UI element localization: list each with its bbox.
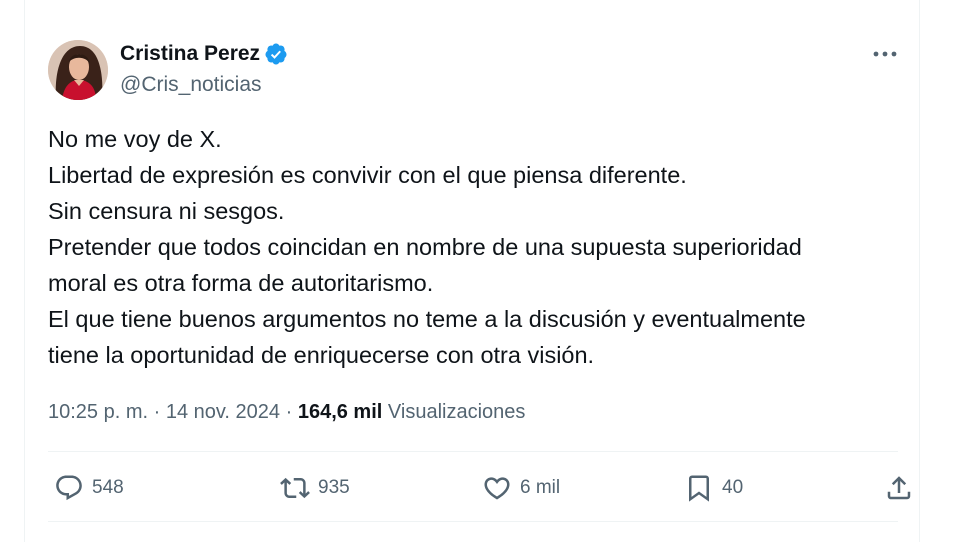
divider <box>48 521 898 522</box>
meta-separator: · <box>285 401 293 423</box>
tweet-time[interactable]: 10:25 p. m. <box>48 401 148 423</box>
repost-icon <box>280 477 310 499</box>
tweet-line: Sin censura ni sesgos. <box>48 198 285 224</box>
bookmark-icon <box>689 475 709 502</box>
like-icon <box>484 477 510 500</box>
meta-separator: · <box>153 401 161 423</box>
more-icon[interactable] <box>871 44 899 64</box>
tweet-line: Libertad de expresión es convivir con el… <box>48 162 687 188</box>
tweet-line: Pretender que todos coincidan en nombre … <box>48 234 802 260</box>
views-count: 164,6 mil <box>297 401 383 423</box>
reply-count: 548 <box>92 477 124 498</box>
author-name-text[interactable]: Cristina Perez <box>120 41 260 67</box>
like-count: 6 mil <box>520 477 561 498</box>
reply-button[interactable]: 548 <box>54 468 124 508</box>
tweet-card: Cristina Perez @Cris_noticias No me voy … <box>24 0 920 542</box>
avatar-photo <box>48 40 108 100</box>
tweet-date[interactable]: 14 nov. 2024 <box>166 401 280 423</box>
tweet-line: No me voy de X. <box>48 126 222 152</box>
tweet-text: No me voy de X. Libertad de expresión es… <box>48 121 908 373</box>
action-bar: 548 935 6 mil 40 <box>48 468 911 508</box>
tweet-line: moral es otra forma de autoritarismo. <box>48 270 434 296</box>
share-button[interactable] <box>884 468 914 508</box>
tweet-meta: 10:25 p. m. · 14 nov. 2024 · 164,6 mil V… <box>48 398 525 426</box>
reply-icon <box>56 475 82 501</box>
bookmark-count: 40 <box>722 477 744 498</box>
author-handle[interactable]: @Cris_noticias <box>120 72 262 98</box>
tweet-line: tiene la oportunidad de enriquecerse con… <box>48 342 595 368</box>
tweet-line: El que tiene buenos argumentos no teme a… <box>48 306 806 332</box>
author-name[interactable]: Cristina Perez <box>120 41 288 67</box>
bookmark-button[interactable]: 40 <box>684 468 743 508</box>
share-icon <box>887 476 911 500</box>
like-button[interactable]: 6 mil <box>482 468 560 508</box>
repost-button[interactable]: 935 <box>280 468 350 508</box>
views-label: Visualizaciones <box>387 401 526 423</box>
divider <box>48 451 898 452</box>
repost-count: 935 <box>318 477 350 498</box>
avatar[interactable] <box>48 40 108 100</box>
verified-badge-icon <box>265 43 287 65</box>
